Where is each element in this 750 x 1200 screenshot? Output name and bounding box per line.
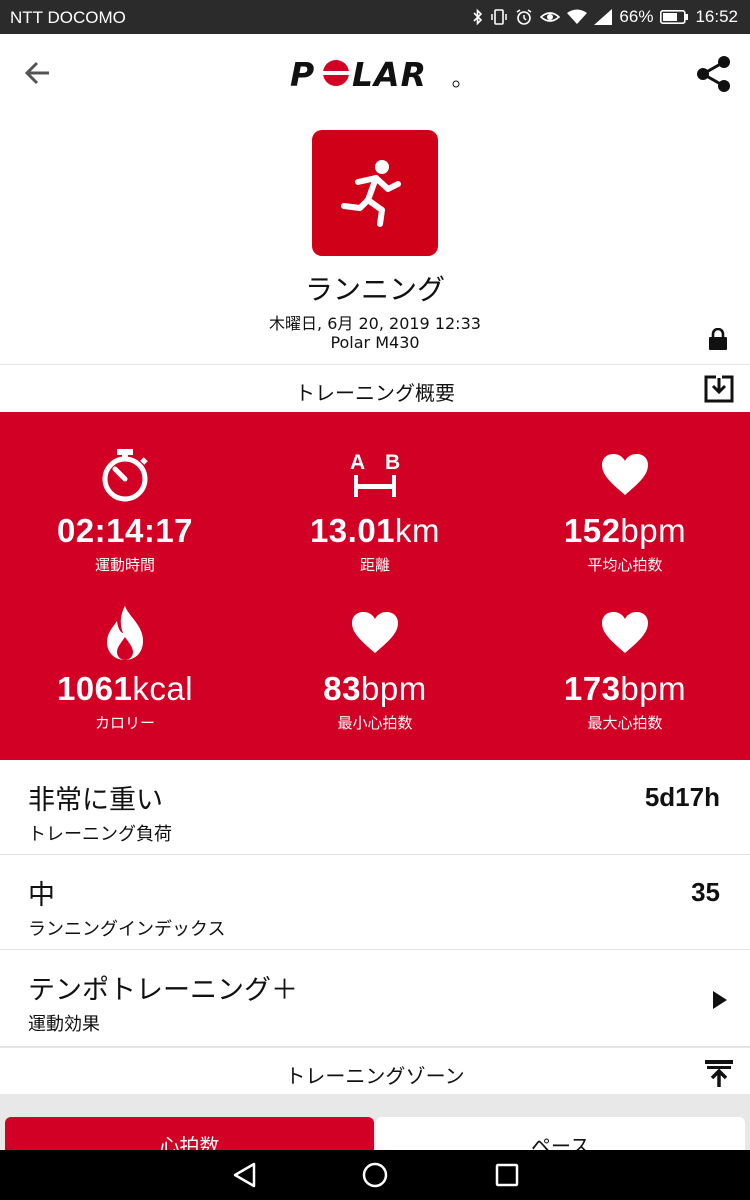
distance-value: 13.01 [309, 512, 396, 549]
max-hr-value: 173 [563, 670, 621, 707]
min-hr-label: 最小心拍数 [337, 714, 413, 732]
running-index-level: 中 [28, 880, 55, 911]
lock-icon[interactable] [708, 327, 728, 354]
heart-icon [602, 612, 648, 653]
training-benefit-row[interactable]: テンポトレーニング＋ 運動効果 [0, 950, 750, 1047]
polar-logo: P LAR [290, 55, 462, 94]
stat-avg-hr: 152bpm 平均心拍数 [500, 446, 750, 575]
training-benefit-value: テンポトレーニング＋ [28, 975, 298, 1006]
nav-home-icon[interactable] [360, 1160, 390, 1190]
svg-text:LAR: LAR [352, 56, 427, 92]
session-datetime: 木曜日, 6月 20, 2019 12:33 [269, 314, 481, 333]
back-arrow-icon[interactable] [22, 58, 56, 88]
battery-percent: 66% [619, 7, 654, 26]
distance-unit: km [395, 512, 441, 549]
summary-panel: 02:14:17 運動時間 A B 13.01km 距離 152bpm 平均心拍… [0, 412, 750, 760]
training-zones-header: トレーニングゾーン [0, 1047, 750, 1096]
svg-text:P: P [290, 56, 315, 92]
svg-text:B: B [385, 451, 400, 474]
stat-distance: A B 13.01km 距離 [250, 446, 500, 575]
download-icon[interactable] [704, 375, 734, 407]
stopwatch-icon [102, 449, 148, 502]
duration-value: 02:14:17 [56, 512, 194, 549]
bluetooth-icon [473, 8, 483, 26]
app-bar: P LAR [0, 34, 750, 113]
section-title: トレーニングゾーン [285, 1064, 465, 1088]
sport-name: ランニング [304, 273, 445, 306]
play-arrow-icon[interactable] [712, 990, 728, 1014]
device-name: Polar M430 [330, 333, 420, 352]
section-title: トレーニング概要 [295, 381, 455, 405]
training-load-label: トレーニング負荷 [28, 824, 172, 845]
status-icons: 66% 16:52 [473, 7, 738, 27]
distance-label: 距離 [359, 556, 390, 574]
training-summary-header: トレーニング概要 [0, 364, 750, 413]
carrier-name: NTT DOCOMO [10, 8, 126, 27]
flame-icon [107, 606, 143, 660]
calories-unit: kcal [132, 670, 194, 707]
max-hr-label: 最大心拍数 [587, 714, 663, 732]
svg-text:A: A [350, 451, 365, 474]
sport-badge [312, 130, 438, 256]
calories-label: カロリー [94, 714, 155, 732]
training-load-row[interactable]: 非常に重い トレーニング負荷 5d17h [0, 760, 750, 855]
stat-min-hr: 83bpm 最小心拍数 [250, 604, 500, 733]
avg-hr-value: 152 [563, 512, 621, 549]
training-benefit-label: 運動効果 [28, 1014, 100, 1035]
collapse-icon[interactable] [704, 1058, 734, 1092]
heart-icon [602, 454, 648, 495]
clock-time: 16:52 [695, 7, 738, 26]
system-nav-bar [0, 1150, 750, 1200]
running-index-value: 35 [691, 877, 720, 907]
running-index-row[interactable]: 中 ランニングインデックス 35 [0, 855, 750, 950]
avg-hr-unit: bpm [620, 512, 687, 549]
battery-icon [660, 10, 689, 24]
share-icon[interactable] [694, 54, 734, 94]
running-index-label: ランニングインデックス [28, 919, 226, 940]
wifi-icon [567, 9, 588, 25]
stat-max-hr: 173bpm 最大心拍数 [500, 604, 750, 733]
status-bar: NTT DOCOMO 66% 16:52 [0, 0, 750, 34]
max-hr-unit: bpm [620, 670, 687, 707]
signal-icon [594, 9, 613, 25]
duration-label: 運動時間 [94, 556, 155, 574]
stat-calories: 1061kcal カロリー [0, 604, 250, 733]
min-hr-unit: bpm [361, 670, 427, 707]
vibrate-icon [490, 8, 508, 26]
training-load-value: 非常に重い [28, 785, 163, 816]
eye-comfort-icon [540, 8, 561, 26]
avg-hr-label: 平均心拍数 [587, 556, 663, 574]
running-person-icon [341, 160, 401, 227]
heart-icon [352, 612, 398, 653]
distance-ab-icon: A B [350, 451, 400, 497]
stat-duration: 02:14:17 運動時間 [0, 446, 250, 575]
recovery-time: 5d17h [644, 782, 720, 812]
nav-back-icon[interactable] [230, 1160, 260, 1190]
calories-value: 1061 [56, 670, 133, 707]
min-hr-value: 83 [323, 670, 361, 707]
alarm-icon [515, 8, 533, 26]
activity-header: ランニング 木曜日, 6月 20, 2019 12:33 Polar M430 [0, 112, 750, 364]
nav-recents-icon[interactable] [492, 1160, 522, 1190]
